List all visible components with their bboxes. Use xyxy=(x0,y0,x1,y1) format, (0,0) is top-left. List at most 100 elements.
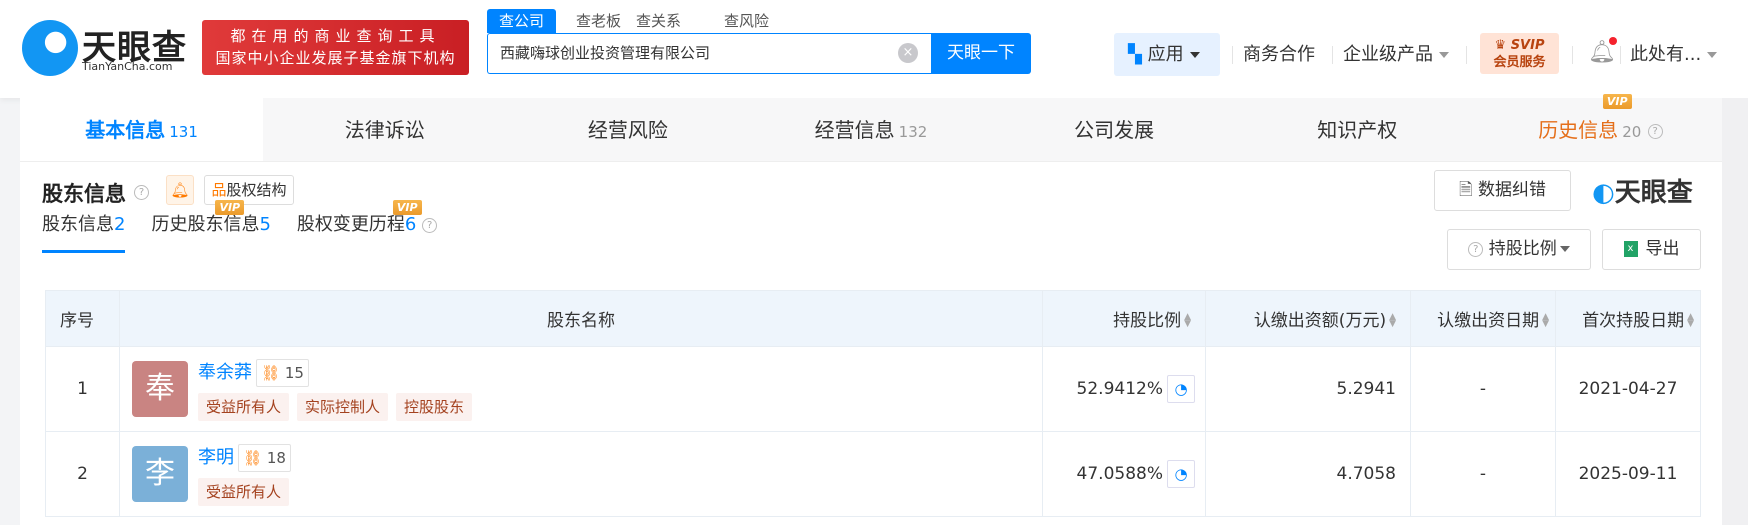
vip-badge: VIP xyxy=(215,200,245,215)
main-tabs: 基本信息 131 法律诉讼 经营风险 经营信息 132 公司发展 知识产权 历史信息… xyxy=(20,94,1722,162)
help-icon: ? xyxy=(422,217,438,233)
tab-history-info[interactable]: 历史信息 20 ? VIP xyxy=(1479,94,1722,161)
member-service-label: 会员服务 xyxy=(1493,55,1546,70)
relation-icon: ⛓ xyxy=(243,448,263,467)
subtab-history-shareholders[interactable]: 历史股东信息5 VIP xyxy=(151,200,271,253)
brand-logo: ◐天眼查 xyxy=(1592,178,1693,208)
vip-badge: VIP xyxy=(392,200,422,215)
help-icon: ? xyxy=(1468,241,1484,257)
scrollbar-track[interactable] xyxy=(1722,98,1748,525)
svip-label: ♛ SVIP xyxy=(1494,38,1545,53)
clear-icon[interactable]: × xyxy=(898,43,918,63)
vip-badge: VIP xyxy=(1602,94,1632,109)
sub-tabs: 股东信息2 历史股东信息5 VIP 股权变更历程6 ? VIP xyxy=(42,200,438,253)
search-tab-boss[interactable]: 查老板 xyxy=(564,9,633,33)
ratio-value: 52.9412% xyxy=(1076,379,1163,399)
search-tab-company[interactable]: 查公司 xyxy=(487,9,557,33)
divider xyxy=(1466,46,1467,64)
search-tab-risk[interactable]: 查风险 xyxy=(712,9,781,33)
apps-menu[interactable]: ▚ 应用 xyxy=(1114,33,1220,76)
amount-value: 5.2941 xyxy=(1205,346,1411,432)
logo-subtext: TianYanCha.com xyxy=(82,60,173,73)
related-companies-chip[interactable]: ⛓ 18 xyxy=(238,443,291,472)
row-index: 1 xyxy=(45,346,120,432)
divider xyxy=(1332,46,1333,64)
tab-operating-risk[interactable]: 经营风险 xyxy=(506,98,749,161)
divider xyxy=(1232,46,1233,64)
tianyancha-logo-icon: ◐ xyxy=(1592,178,1615,208)
chevron-down-icon xyxy=(1439,52,1449,58)
tab-operating-info[interactable]: 经营信息 132 xyxy=(749,98,992,161)
divider xyxy=(1620,46,1621,64)
amount-value: 4.7058 xyxy=(1205,431,1411,517)
tag: 实际控制人 xyxy=(297,392,389,421)
subtab-equity-changes[interactable]: 股权变更历程6 ? VIP xyxy=(297,200,438,253)
user-menu[interactable]: 此处有... xyxy=(1630,33,1718,76)
col-name: 股东名称 xyxy=(119,290,1043,347)
enterprise-label: 企业级产品 xyxy=(1343,44,1433,65)
export-button[interactable]: x 导出 xyxy=(1602,229,1701,270)
pie-chart-icon[interactable]: ◔ xyxy=(1167,375,1195,403)
avatar: 奉 xyxy=(132,361,188,417)
col-first-date[interactable]: 首次持股日期 ▲ ▼ xyxy=(1555,290,1701,347)
notification-dot xyxy=(1609,37,1617,45)
chevron-down-icon xyxy=(1189,52,1200,58)
tianyancha-logo-icon[interactable] xyxy=(22,20,78,76)
shareholders-table: 序号 股东名称 持股比例 ▲ ▼ 认缴出资额(万元) ▲ ▼ 认缴出资日期 ▲ ▼ 首次持股… xyxy=(45,290,1701,517)
sort-icon: ▲ ▼ xyxy=(1687,312,1694,329)
apps-label: 应用 xyxy=(1147,44,1184,65)
apps-grid-icon: ▚ xyxy=(1128,44,1148,65)
search-button[interactable]: 天眼一下 xyxy=(931,33,1031,74)
user-name: 此处有... xyxy=(1630,44,1702,65)
tab-company-development[interactable]: 公司发展 xyxy=(993,98,1236,161)
first-date-value: 2025-09-11 xyxy=(1555,431,1701,517)
content-card: 基本信息 131 法律诉讼 经营风险 经营信息 132 公司发展 知识产权 历史信息… xyxy=(20,94,1722,525)
search-input[interactable]: 西藏嗨球创业投资管理有限公司 xyxy=(487,33,931,74)
search-tab-relation[interactable]: 查关系 xyxy=(624,9,693,33)
chevron-down-icon xyxy=(1707,52,1718,58)
help-icon: ? xyxy=(1647,124,1663,139)
svip-button[interactable]: ♛ SVIP 会员服务 xyxy=(1480,33,1559,74)
row-index: 2 xyxy=(45,431,120,517)
relation-icon: ⛓ xyxy=(261,363,281,382)
enterprise-products-menu[interactable]: 企业级产品 xyxy=(1343,33,1449,76)
first-date-value: 2021-04-27 xyxy=(1555,346,1701,432)
tab-basic-info[interactable]: 基本信息 131 xyxy=(20,98,264,161)
banner-line2: 国家中小企业发展子基金旗下机构 xyxy=(215,49,456,67)
excel-icon: x xyxy=(1623,241,1638,257)
table-row: 1 奉 奉余莽 ⛓ 15 受益所有人 实际控制人 控股股东 52.9412% ◔ 5.2… xyxy=(45,346,1701,432)
shareholder-name-link[interactable]: 李明 xyxy=(198,447,234,468)
divider xyxy=(1572,46,1573,64)
tag: 受益所有人 xyxy=(198,477,290,506)
col-ratio[interactable]: 持股比例 ▲ ▼ xyxy=(1042,290,1206,347)
related-companies-chip[interactable]: ⛓ 15 xyxy=(256,358,309,387)
col-index: 序号 xyxy=(45,290,120,347)
col-sub-date[interactable]: 认缴出资日期 ▲ ▼ xyxy=(1410,290,1556,347)
business-cooperation-link[interactable]: 商务合作 xyxy=(1243,33,1315,76)
tab-legal[interactable]: 法律诉讼 xyxy=(263,98,506,161)
sub-date-value: - xyxy=(1410,431,1556,517)
banner-line1: 都在用的商业查询工具 xyxy=(230,27,441,45)
subtab-shareholders[interactable]: 股东信息2 xyxy=(42,210,126,253)
sub-date-value: - xyxy=(1410,346,1556,432)
tab-intellectual-property[interactable]: 知识产权 xyxy=(1236,98,1479,161)
help-icon[interactable]: ? xyxy=(134,182,149,201)
sort-icon: ▲ ▼ xyxy=(1389,312,1396,329)
pie-chart-icon[interactable]: ◔ xyxy=(1167,460,1195,488)
tag: 受益所有人 xyxy=(198,392,290,421)
sort-icon: ▲ ▼ xyxy=(1542,312,1549,329)
section-title: 股东信息 xyxy=(42,182,126,206)
chevron-down-icon xyxy=(1559,246,1570,252)
ratio-value: 47.0588% xyxy=(1076,464,1163,484)
shareholder-name-link[interactable]: 奉余莽 xyxy=(198,362,252,383)
top-header: 天眼查 TianYanCha.com 都在用的商业查询工具 国家中小企业发展子基… xyxy=(0,0,1748,98)
ratio-dropdown[interactable]: ? 持股比例 xyxy=(1447,229,1591,270)
tag: 控股股东 xyxy=(396,392,473,421)
promo-banner[interactable]: 都在用的商业查询工具 国家中小企业发展子基金旗下机构 xyxy=(202,20,469,75)
subscribe-bell-icon[interactable]: 🔔︎ xyxy=(166,175,194,205)
report-error-button[interactable]: 🗎 数据纠错 xyxy=(1434,170,1571,211)
col-amount[interactable]: 认缴出资额(万元) ▲ ▼ xyxy=(1205,290,1411,347)
avatar: 李 xyxy=(132,446,188,502)
org-chart-icon: 品 xyxy=(211,181,227,199)
document-info-icon: 🗎 xyxy=(1458,180,1479,200)
